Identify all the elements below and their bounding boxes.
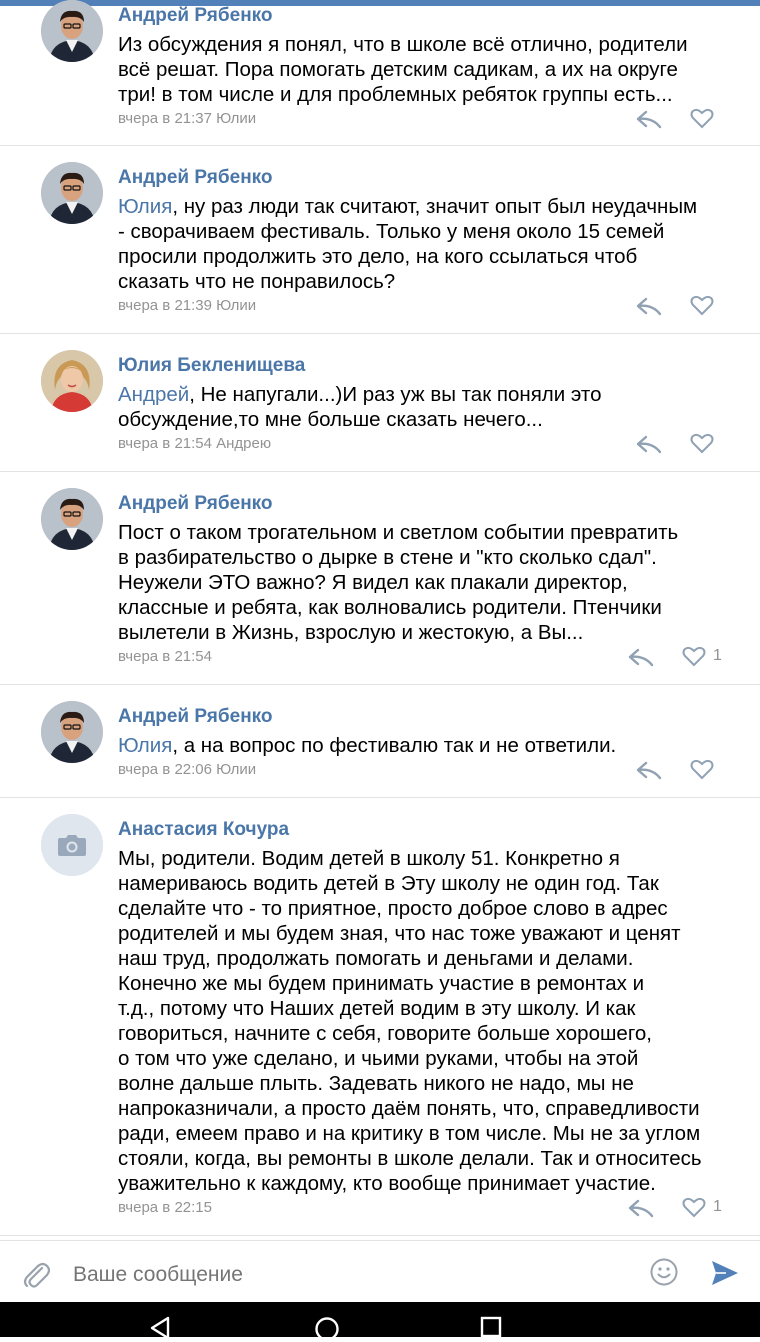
- avatar-photo: [41, 701, 103, 763]
- reply-icon[interactable]: [628, 1198, 654, 1218]
- comment-meta: вчера в 21:54 Андрею: [118, 435, 272, 452]
- comment-text: Юлия, ну раз люди так считают, значит оп…: [118, 195, 698, 293]
- avatar[interactable]: [41, 814, 103, 876]
- avatar-photo: [41, 0, 103, 62]
- like-button[interactable]: 1: [682, 645, 722, 667]
- home-circle-icon[interactable]: [314, 1316, 340, 1342]
- comment-author[interactable]: Андрей Рябенко: [118, 706, 273, 728]
- like-icon[interactable]: [690, 432, 714, 454]
- mention-link[interactable]: Юлия: [118, 195, 172, 218]
- comment-author[interactable]: Анастасия Кочура: [118, 819, 289, 841]
- comment-text: Андрей, Не напугали...)И раз уж вы так п…: [118, 383, 602, 431]
- like-icon[interactable]: [690, 107, 714, 129]
- avatar-photo: [41, 162, 103, 224]
- comment-meta: вчера в 22:06 Юлии: [118, 761, 257, 778]
- comment-meta: вчера в 21:39 Юлии: [118, 297, 257, 314]
- comment-item: Андрей Рябенко Юлия, ну раз люди так счи…: [0, 146, 760, 334]
- like-button[interactable]: 1: [682, 1196, 722, 1218]
- like-icon[interactable]: [682, 1196, 706, 1218]
- like-count: 1: [713, 1198, 722, 1215]
- like-icon[interactable]: [690, 758, 714, 780]
- comment-text: Из обсуждения я понял, что в школе всё о…: [118, 33, 688, 106]
- comment-text: Пост о таком трогательном и светлом собы…: [118, 521, 679, 644]
- like-count: 1: [713, 647, 722, 664]
- message-input[interactable]: [73, 1261, 633, 1289]
- comment-text: Юлия, а на вопрос по фестивалю так и не …: [118, 734, 617, 757]
- comments-feed[interactable]: Андрей Рябенко Из обсуждения я понял, чт…: [0, 0, 760, 1236]
- like-icon[interactable]: [682, 645, 706, 667]
- comment-item: Юлия Бекленищева Андрей, Не напугали...)…: [0, 334, 760, 472]
- comment-item: Андрей Рябенко Юлия, а на вопрос по фест…: [0, 685, 760, 798]
- comment-author[interactable]: Андрей Рябенко: [118, 493, 273, 515]
- smile-icon[interactable]: [649, 1257, 679, 1287]
- send-arrow-icon[interactable]: [710, 1259, 740, 1287]
- like-icon[interactable]: [690, 294, 714, 316]
- comment-item: Андрей Рябенко Из обсуждения я понял, чт…: [0, 0, 760, 146]
- comment-text: Мы, родители. Водим детей в школу 51. Ко…: [118, 847, 702, 1195]
- comment-meta: вчера в 22:15: [118, 1199, 212, 1216]
- avatar[interactable]: [41, 488, 103, 550]
- reply-icon[interactable]: [636, 434, 662, 454]
- reply-icon[interactable]: [636, 109, 662, 129]
- recents-square-icon[interactable]: [480, 1316, 502, 1338]
- paperclip-icon[interactable]: [22, 1259, 50, 1289]
- avatar[interactable]: [41, 0, 103, 62]
- message-composer: [0, 1240, 760, 1303]
- comment-author[interactable]: Андрей Рябенко: [118, 5, 273, 27]
- comment-meta: вчера в 21:54: [118, 648, 212, 665]
- comment-item: Андрей Рябенко Пост о таком трогательном…: [0, 472, 760, 685]
- avatar-photo: [41, 488, 103, 550]
- avatar[interactable]: [41, 701, 103, 763]
- avatar[interactable]: [41, 350, 103, 412]
- camera-placeholder-icon: [41, 814, 103, 876]
- mention-link[interactable]: Андрей: [118, 383, 189, 406]
- back-triangle-icon[interactable]: [148, 1316, 172, 1340]
- mention-link[interactable]: Юлия: [118, 734, 172, 757]
- comment-item: Анастасия Кочура Мы, родители. Водим дет…: [0, 798, 760, 1236]
- system-navigation-bar: [0, 1302, 760, 1341]
- reply-icon[interactable]: [636, 296, 662, 316]
- reply-icon[interactable]: [636, 760, 662, 780]
- comment-meta: вчера в 21:37 Юлии: [118, 110, 257, 127]
- avatar-photo: [41, 350, 103, 412]
- reply-icon[interactable]: [628, 647, 654, 667]
- comment-author[interactable]: Андрей Рябенко: [118, 167, 273, 189]
- avatar[interactable]: [41, 162, 103, 224]
- comment-author[interactable]: Юлия Бекленищева: [118, 355, 305, 377]
